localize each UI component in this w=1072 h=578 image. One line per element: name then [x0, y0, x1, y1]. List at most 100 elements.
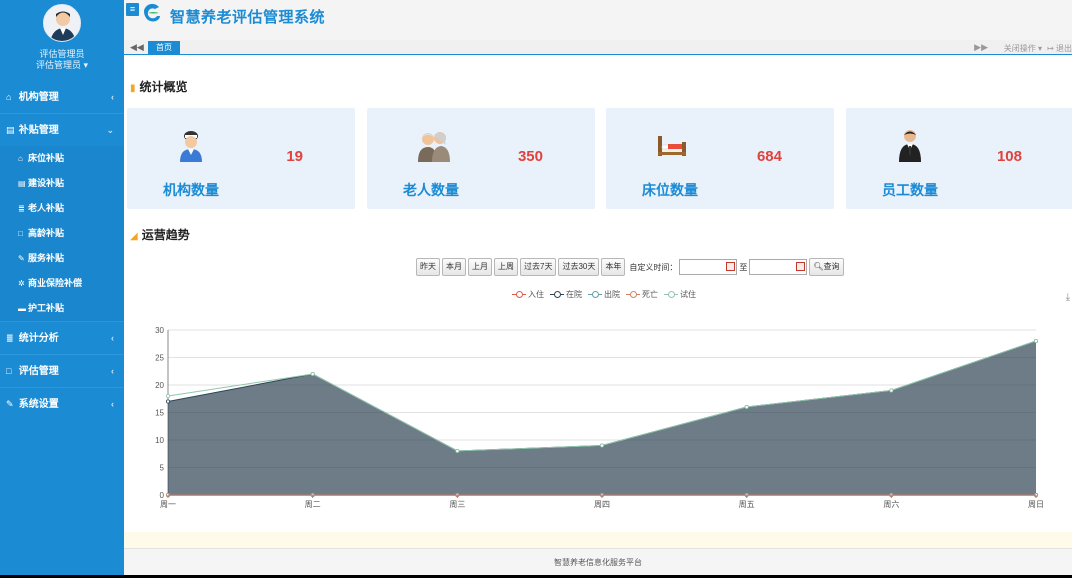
legend-item[interactable]: 入住: [512, 289, 544, 300]
sidebar: 评估管理员 评估管理员 ▾ ⌂ 机构管理 ‹ ▤ 补贴管理 ⌄ ⌂ 床位补贴 ▤ 建…: [0, 0, 124, 575]
chevron-left-icon: ‹: [111, 366, 114, 376]
sidebar-item-assessment[interactable]: □ 评估管理 ‹: [0, 355, 124, 387]
legend-marker: [588, 290, 602, 299]
y-tick-label: 20: [155, 381, 164, 390]
x-tick-label: 周一: [160, 500, 176, 509]
list-icon: ≣: [6, 333, 14, 343]
sidebar-item-statistics[interactable]: ≣ 统计分析 ‹: [0, 322, 124, 354]
sidebar-subitem-service-subsidy[interactable]: ✎ 服务补贴: [0, 246, 124, 271]
query-button[interactable]: 🔍︎查询: [809, 258, 844, 276]
elderly-icon: [418, 132, 450, 162]
chevron-left-icon: ‹: [111, 333, 114, 343]
stat-card-elderly[interactable]: 350 老人数量: [367, 108, 595, 209]
x-tick-label: 周四: [594, 500, 610, 509]
nurse-icon: [180, 131, 202, 162]
filter-past-30-days-button[interactable]: 过去30天: [558, 258, 600, 276]
data-point: [889, 388, 894, 393]
legend-marker: [550, 290, 564, 299]
tab-home[interactable]: 首页: [148, 41, 180, 55]
filter-this-month-button[interactable]: 本月: [442, 258, 466, 276]
filter-last-month-button[interactable]: 上月: [468, 258, 492, 276]
data-point: [166, 399, 171, 404]
bed-icon: [658, 136, 686, 156]
list-icon: ≣: [18, 204, 25, 213]
search-icon: 🔍︎: [813, 262, 824, 271]
date-range-separator: 至: [739, 262, 748, 272]
data-point: [455, 448, 460, 453]
sidebar-subitem-senior-subsidy[interactable]: □ 高龄补贴: [0, 221, 124, 246]
stat-card-staff[interactable]: 108 员工数量: [846, 108, 1072, 209]
user-role-dropdown[interactable]: 评估管理员 ▾: [0, 58, 124, 71]
stat-card-institutions[interactable]: 19 机构数量: [127, 108, 355, 209]
sidebar-subitem-bed-subsidy[interactable]: ⌂ 床位补贴: [0, 146, 124, 171]
legend-item[interactable]: 出院: [588, 289, 620, 300]
legend-label: 死亡: [642, 290, 658, 299]
sidebar-item-subsidy[interactable]: ▤ 补贴管理 ⌄: [0, 114, 124, 146]
x-tick-label: 周日: [1028, 500, 1044, 509]
y-tick-label: 5: [160, 464, 165, 473]
sidebar-subitem-label: 服务补贴: [28, 253, 65, 263]
legend-item[interactable]: 死亡: [626, 289, 658, 300]
overview-title: 统计概览: [139, 80, 188, 94]
footer-band: [124, 532, 1072, 548]
start-date-input[interactable]: [679, 259, 738, 275]
download-icon[interactable]: ⤓: [1066, 292, 1070, 303]
y-tick-label: 15: [155, 409, 164, 418]
tab-scroll-right-icon[interactable]: ▶▶: [974, 42, 988, 53]
home-icon: ⌂: [6, 92, 12, 102]
end-date-input[interactable]: [749, 259, 808, 275]
legend-label: 试住: [680, 290, 696, 299]
sidebar-item-institution[interactable]: ⌂ 机构管理 ‹: [0, 81, 124, 113]
calendar-icon[interactable]: [726, 262, 736, 271]
x-tick-label: 周五: [739, 500, 755, 509]
card-icon: ▬: [18, 304, 26, 313]
legend-item[interactable]: 试住: [664, 289, 696, 300]
sidebar-item-label: 补贴管理: [18, 125, 59, 136]
stat-value: 684: [756, 148, 782, 165]
sidebar-subitem-label: 护工补贴: [28, 303, 65, 313]
calendar-icon[interactable]: [796, 262, 806, 271]
sidebar-subitem-caregiver-subsidy[interactable]: ▬ 护工补贴: [0, 296, 124, 321]
y-tick-label: 25: [155, 354, 164, 363]
header: ≡ 智慧养老评估管理系统: [124, 0, 1072, 40]
avatar-icon: [44, 5, 80, 41]
legend-label: 入住: [528, 290, 544, 299]
menu-icon[interactable]: ≡: [126, 3, 139, 16]
data-point: [166, 394, 171, 399]
stat-value: 108: [996, 148, 1022, 165]
legend-marker: [626, 290, 640, 299]
data-point: [1034, 338, 1039, 343]
tab-scroll-left-icon[interactable]: ◀◀: [130, 42, 144, 53]
exit-button[interactable]: ↦ 退出: [1047, 43, 1072, 54]
sidebar-subitem-construction-subsidy[interactable]: ▤ 建设补贴: [0, 171, 124, 196]
stat-card-beds[interactable]: 684 床位数量: [606, 108, 834, 209]
x-tick-label: 周二: [305, 500, 321, 509]
series-area: [168, 341, 1036, 495]
sidebar-item-label: 机构管理: [18, 92, 59, 103]
chevron-down-icon: ⌄: [106, 125, 114, 135]
data-point: [744, 405, 749, 410]
sidebar-subitem-insurance-compensation[interactable]: ✲ 商业保险补偿: [0, 271, 124, 296]
legend-item[interactable]: 在院: [550, 289, 582, 300]
legend-marker: [664, 290, 678, 299]
filter-last-week-button[interactable]: 上周: [494, 258, 518, 276]
sidebar-item-settings[interactable]: ✎ 系统设置 ‹: [0, 388, 124, 420]
filter-past-7-days-button[interactable]: 过去7天: [520, 258, 557, 276]
main-content: ▮ 统计概览 19 机构数量 350 老人数量 684 床位数量 108 员工数…: [124, 56, 1072, 548]
filter-this-year-button[interactable]: 本年: [601, 258, 626, 276]
custom-time-label: 自定义时间：: [629, 262, 678, 272]
close-operations-dropdown[interactable]: 关闭操作 ▾: [1004, 43, 1042, 54]
trend-area-chart: 0 5 10 15 20 25 30 周一 周二 周三 周四 周五 周六 周日: [155, 326, 1044, 509]
avatar[interactable]: [43, 4, 81, 42]
data-point: [310, 372, 315, 377]
filter-yesterday-button[interactable]: 昨天: [416, 258, 440, 276]
app-logo: [144, 3, 160, 22]
home-icon: ⌂: [18, 154, 23, 163]
trend-section-title: ◢ 运营趋势: [130, 226, 190, 243]
sidebar-subitem-label: 高龄补贴: [28, 228, 65, 238]
sidebar-subitem-elderly-subsidy[interactable]: ≣ 老人补贴: [0, 196, 124, 221]
stat-value: 350: [517, 148, 543, 165]
stat-label: 老人数量: [403, 182, 459, 198]
chart-legend: 入住 在院 出院 死亡 试住: [512, 289, 696, 300]
trend-title: 运营趋势: [141, 228, 190, 242]
